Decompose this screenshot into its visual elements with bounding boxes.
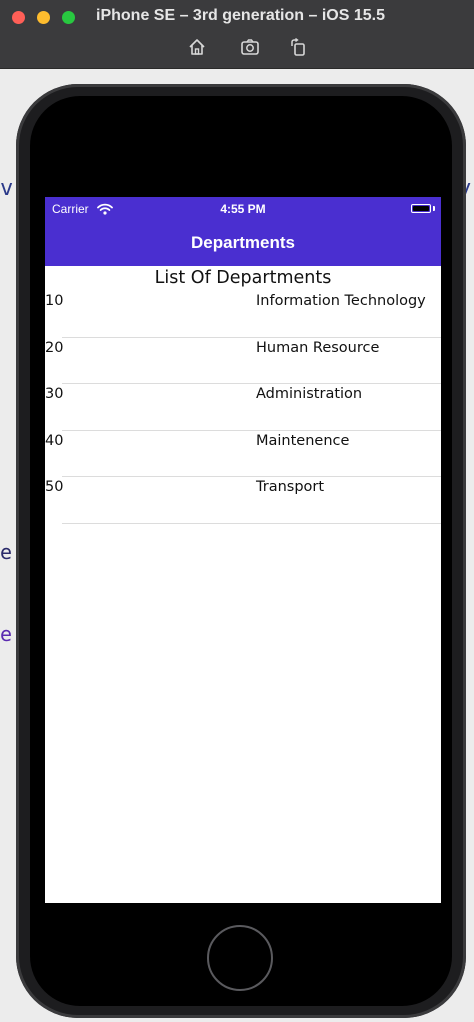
simulator-titlebar: iPhone SE – 3rd generation – iOS 15.5: [0, 0, 474, 69]
list-item[interactable]: 10 Information Technology: [45, 291, 441, 338]
background-editor-fragment: e: [0, 540, 13, 564]
navigation-header: Carrier 4:55 PM Departments: [45, 197, 441, 266]
background-editor-fragment: v: [0, 176, 14, 201]
department-name: Human Resource: [256, 339, 380, 356]
department-name: Administration: [256, 386, 363, 402]
background-editor-fragment: e: [0, 622, 13, 646]
list-heading: List Of Departments: [154, 268, 332, 288]
department-id: 10: [45, 293, 64, 309]
list-item[interactable]: 20 Human Resource: [45, 338, 441, 384]
device-home-button[interactable]: [207, 925, 273, 991]
simulator-title: iPhone SE – 3rd generation – iOS 15.5: [96, 7, 385, 24]
page-title: Departments: [191, 233, 295, 252]
screenshot-icon[interactable]: [240, 37, 260, 57]
app-screen: Carrier 4:55 PM Departments List Of Depa…: [45, 197, 441, 903]
rotate-icon[interactable]: [288, 37, 308, 57]
battery-tip: [433, 206, 435, 211]
list-item[interactable]: 40 Maintenence: [45, 431, 441, 477]
department-id: 40: [45, 432, 64, 449]
minimize-window-button[interactable]: [37, 11, 50, 24]
department-name: Information Technology: [256, 293, 426, 309]
department-id: 20: [45, 339, 64, 356]
department-id: 50: [45, 479, 64, 495]
department-name: Maintenence: [256, 432, 350, 449]
zoom-window-button[interactable]: [62, 11, 75, 24]
status-time: 4:55 PM: [220, 202, 266, 216]
list-item[interactable]: 50 Transport: [45, 477, 441, 524]
home-icon[interactable]: [187, 37, 207, 57]
department-list: 10 Information Technology 20 Human Resou…: [45, 291, 441, 524]
department-id: 30: [45, 386, 64, 402]
close-window-button[interactable]: [12, 11, 25, 24]
row-divider: [62, 522, 441, 524]
list-item[interactable]: 30 Administration: [45, 384, 441, 431]
department-name: Transport: [256, 479, 325, 495]
battery-icon: [411, 204, 431, 213]
